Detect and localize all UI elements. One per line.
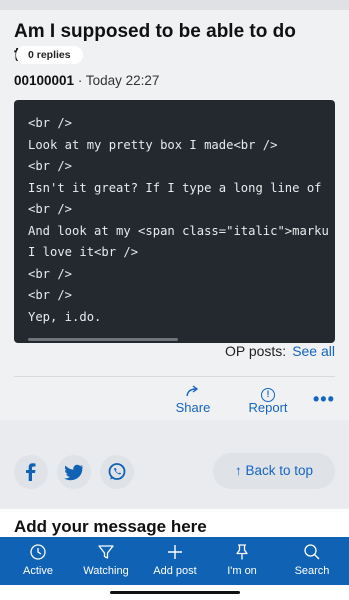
nav-label: Search — [294, 565, 330, 577]
add-message-section: Add your message here — [0, 509, 349, 539]
more-options-icon[interactable]: ••• — [313, 390, 335, 408]
replies-badge: 0 replies — [16, 46, 83, 64]
code-line: <br /> — [28, 202, 73, 216]
search-icon — [290, 543, 334, 561]
code-line: Isn't it great? If I type a long line of — [28, 180, 322, 195]
op-posts-row: OP posts: See all — [225, 343, 335, 359]
nav-label: Add post — [153, 565, 197, 577]
code-line: I love it<br /> — [28, 245, 139, 259]
add-message-heading: Add your message here — [14, 517, 207, 536]
op-posts-label: OP posts: — [224, 343, 287, 359]
up-arrow-icon: ↑ — [234, 463, 242, 478]
code-line: <br /> — [28, 159, 73, 173]
facebook-icon — [26, 463, 36, 481]
report-label: Report — [248, 400, 288, 415]
share-label: Share — [175, 400, 211, 415]
alert-icon: ! — [246, 384, 290, 402]
code-line: <br /> — [28, 266, 73, 281]
code-line: Look at my pretty box I made<br /> — [28, 137, 278, 152]
twitter-icon — [64, 464, 83, 481]
whatsapp-icon — [108, 463, 126, 480]
filter-icon — [80, 543, 132, 561]
nav-label: I'm on — [227, 565, 257, 577]
code-line: <br /> — [28, 116, 73, 130]
share-button[interactable]: Share — [173, 384, 213, 415]
back-to-top-button[interactable]: ↑ Back to top — [213, 453, 335, 489]
code-line: And look at my <span class="italic">mark… — [28, 223, 329, 238]
back-to-top-label: Back to top — [245, 463, 314, 478]
clock-icon — [16, 543, 60, 561]
twitter-share-button[interactable] — [57, 455, 91, 489]
divider — [14, 376, 335, 377]
whatsapp-share-button[interactable] — [100, 455, 134, 489]
plus-icon — [148, 543, 202, 561]
meta-separator: · — [74, 73, 86, 88]
nav-item-active[interactable]: Active — [16, 543, 60, 577]
code-block[interactable]: <br /> Look at my pretty box I made<br /… — [14, 100, 335, 343]
nav-label: Watching — [83, 565, 129, 577]
top-strip — [0, 0, 349, 10]
bottom-nav: Active Watching Add post I'm on Search — [0, 537, 349, 585]
code-line: Yep, i.do. — [28, 309, 102, 324]
nav-item-im-on[interactable]: I'm on — [222, 543, 262, 577]
code-line: <br /> — [28, 288, 73, 302]
author-name[interactable]: 00100001 — [14, 73, 74, 88]
pin-icon — [222, 543, 262, 561]
post-meta: 00100001 · Today 22:27 — [14, 73, 159, 88]
nav-item-search[interactable]: Search — [290, 543, 334, 577]
post-time: Today 22:27 — [85, 73, 160, 88]
see-all-link[interactable]: See all — [292, 343, 335, 359]
code-scrollbar[interactable] — [28, 338, 178, 341]
report-button[interactable]: ! Report — [246, 384, 290, 415]
facebook-share-button[interactable] — [14, 455, 48, 489]
share-icon — [173, 384, 213, 400]
home-indicator[interactable] — [110, 591, 240, 594]
home-indicator-bar — [0, 585, 349, 600]
nav-item-watching[interactable]: Watching — [80, 543, 132, 577]
post-card: Am I supposed to be able to do this? 0 r… — [0, 10, 349, 420]
nav-item-add-post[interactable]: Add post — [148, 543, 202, 577]
nav-label: Active — [23, 565, 53, 577]
